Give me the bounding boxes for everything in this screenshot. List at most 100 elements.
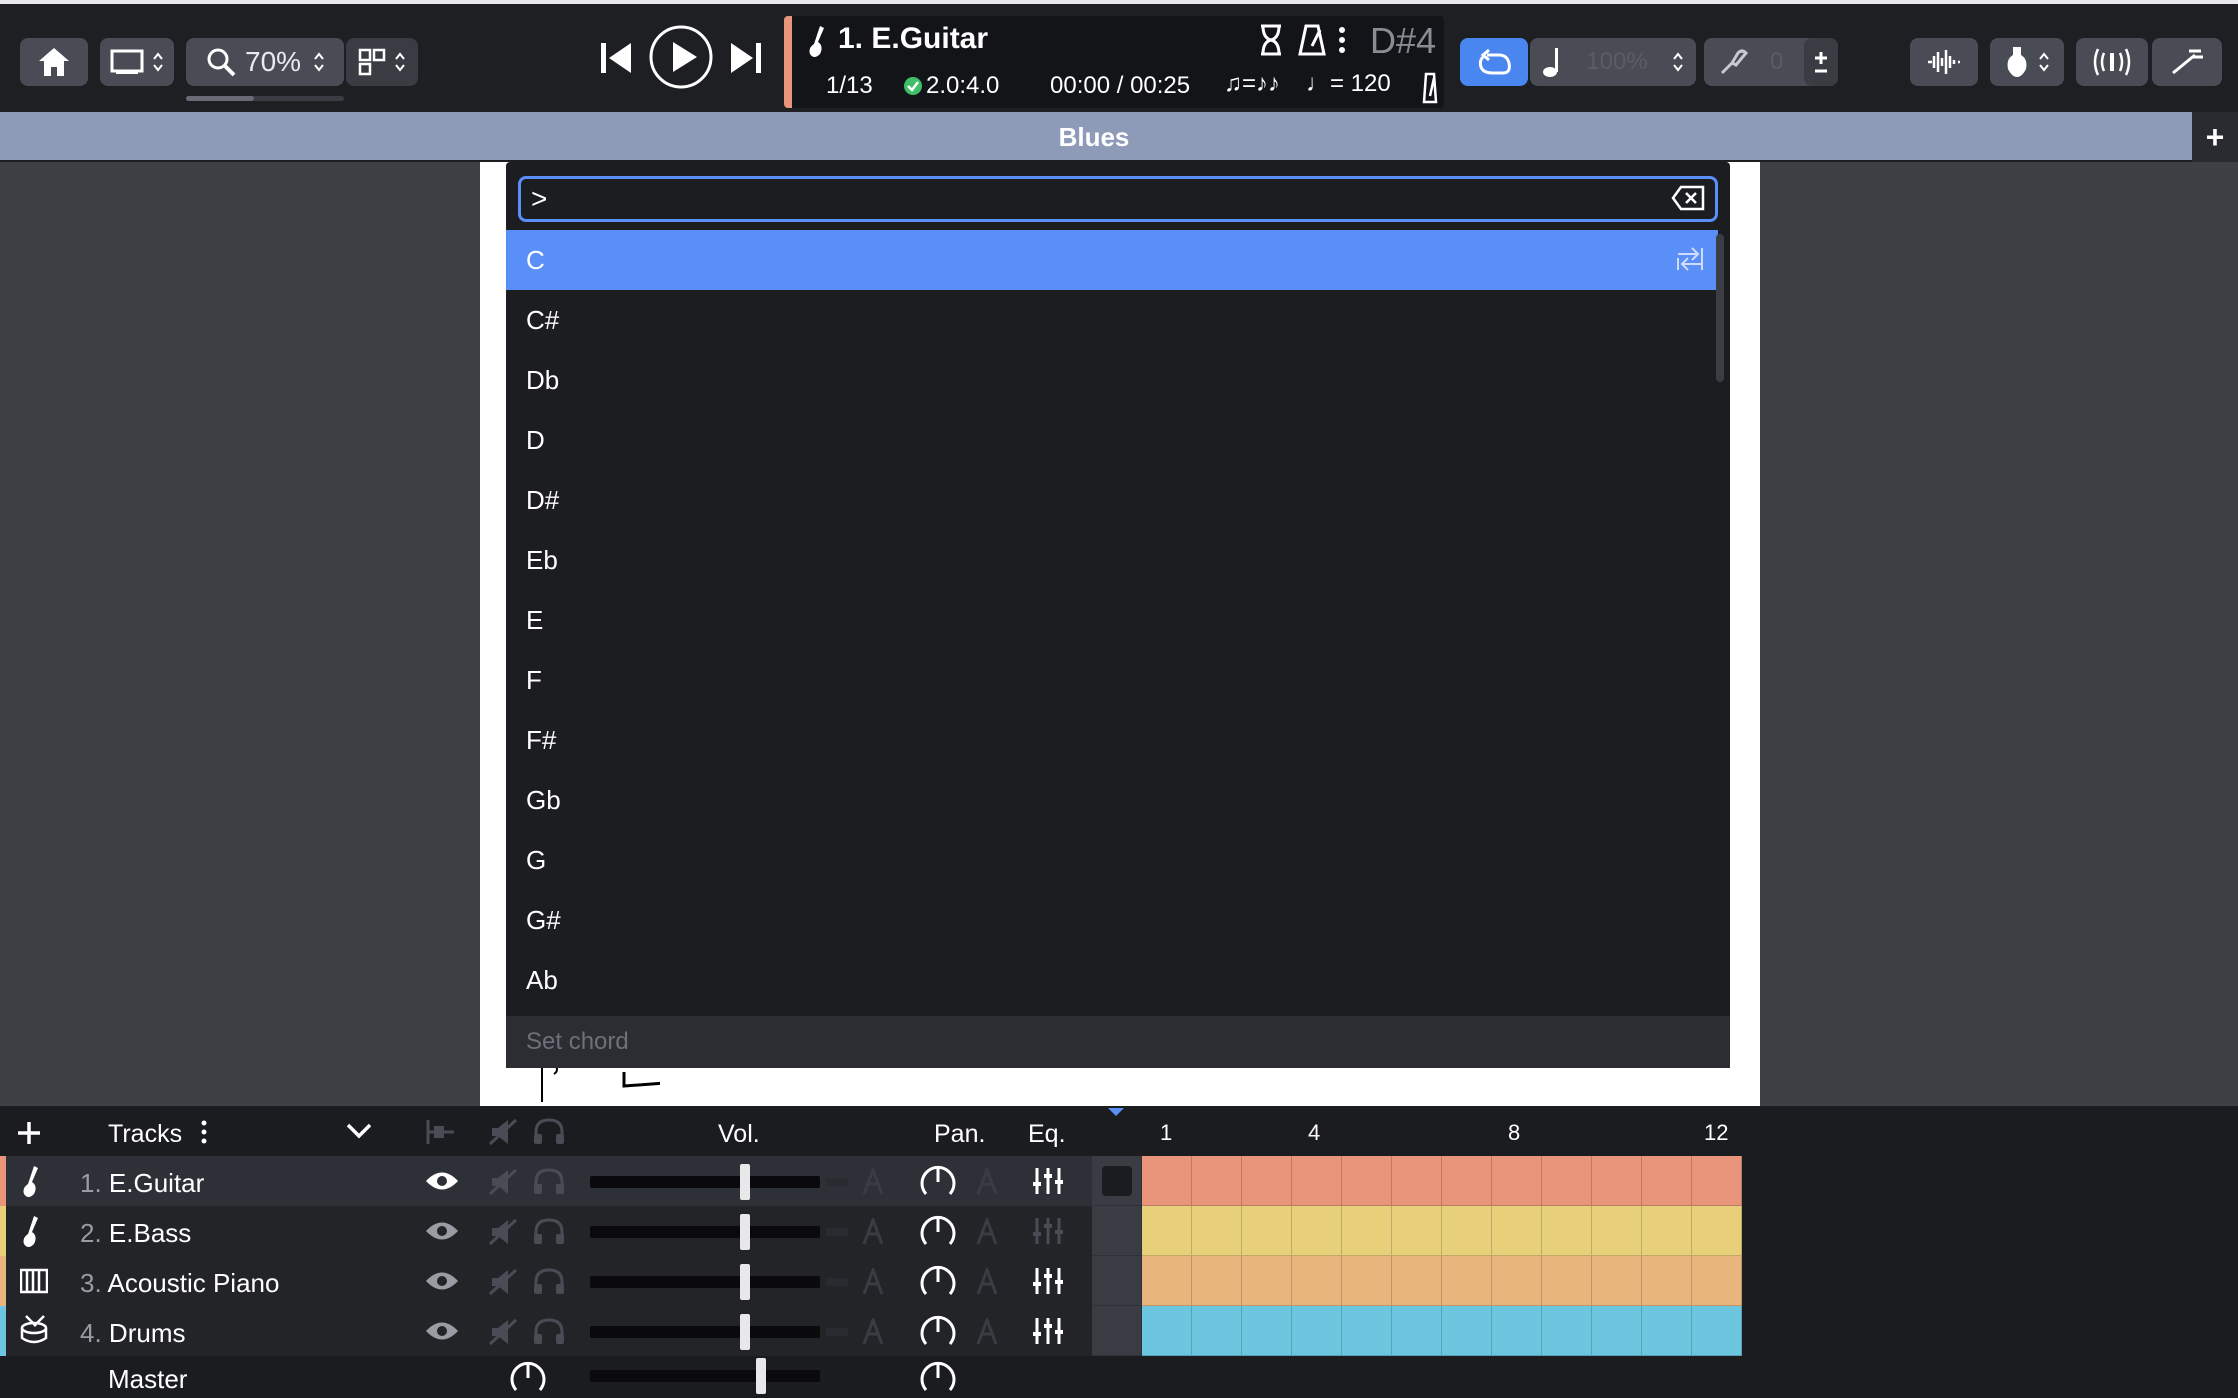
bar-cell[interactable] (1592, 1156, 1642, 1206)
bar-cell[interactable] (1592, 1306, 1642, 1356)
automation-icon[interactable] (424, 1118, 458, 1146)
pan-knob-icon[interactable] (918, 1312, 958, 1350)
track-row[interactable]: 1. E.Guitar (0, 1156, 1092, 1206)
bar-cell[interactable] (1142, 1156, 1192, 1206)
bar-cell[interactable] (1092, 1256, 1142, 1306)
view-mode-select[interactable] (346, 38, 418, 86)
bar-cell[interactable] (1492, 1256, 1542, 1306)
mute-icon[interactable] (488, 1318, 518, 1346)
automation-a-icon[interactable] (862, 1318, 884, 1346)
bar-cell[interactable] (1342, 1306, 1392, 1356)
bar-cell[interactable] (1392, 1206, 1442, 1256)
palette-search-input[interactable] (531, 182, 1631, 216)
visibility-eye-icon[interactable] (424, 1320, 460, 1342)
mute-icon[interactable] (488, 1268, 518, 1296)
master-volume-slider[interactable] (590, 1358, 820, 1394)
bar-cell[interactable] (1092, 1206, 1142, 1256)
pan-knob-icon[interactable] (918, 1262, 958, 1300)
solo-headphones-icon[interactable] (532, 1116, 566, 1146)
bar-cell[interactable] (1242, 1206, 1292, 1256)
fader-handle[interactable] (740, 1164, 750, 1200)
zoom-select[interactable]: 70% (186, 38, 344, 86)
playback-speed-select[interactable]: 100% (1530, 38, 1696, 86)
count-in-icon[interactable] (1422, 72, 1438, 104)
bar-cell[interactable] (1342, 1256, 1392, 1306)
visibility-eye-icon[interactable] (424, 1220, 460, 1242)
palette-item[interactable]: Gb (506, 770, 1718, 830)
bar-cell[interactable] (1642, 1206, 1692, 1256)
skip-forward-button[interactable] (726, 28, 766, 88)
volume-slider[interactable] (590, 1264, 848, 1300)
bar-cell[interactable] (1092, 1156, 1142, 1206)
bar-cell[interactable] (1142, 1206, 1192, 1256)
bar-cell[interactable] (1192, 1156, 1242, 1206)
bar-cell[interactable] (1292, 1156, 1342, 1206)
palette-item[interactable]: Eb (506, 530, 1718, 590)
solo-headphones-icon[interactable] (532, 1166, 566, 1196)
bar-cell[interactable] (1092, 1306, 1142, 1356)
equalizer-icon[interactable] (1032, 1216, 1064, 1246)
play-button[interactable] (648, 24, 714, 90)
solo-headphones-icon[interactable] (532, 1316, 566, 1346)
bar-cell[interactable] (1242, 1256, 1292, 1306)
automation-a-icon[interactable] (862, 1268, 884, 1296)
bar-cell[interactable] (1142, 1306, 1192, 1356)
bar-cell[interactable] (1642, 1306, 1692, 1356)
bar-cell[interactable] (1242, 1306, 1292, 1356)
automation-a-icon[interactable] (976, 1318, 998, 1346)
palette-item[interactable]: D# (506, 470, 1718, 530)
loop-button[interactable] (1460, 38, 1528, 86)
mute-icon[interactable] (488, 1218, 518, 1246)
bar-cell[interactable] (1392, 1306, 1442, 1356)
visibility-eye-icon[interactable] (424, 1170, 460, 1192)
mute-icon[interactable] (488, 1168, 518, 1196)
fader-handle[interactable] (740, 1214, 750, 1250)
solo-headphones-icon[interactable] (532, 1216, 566, 1246)
automation-a-icon[interactable] (862, 1218, 884, 1246)
bar-cell[interactable] (1192, 1206, 1242, 1256)
palette-item[interactable]: Db (506, 350, 1718, 410)
pick-settings-button[interactable] (2152, 38, 2222, 86)
palette-item[interactable]: F (506, 650, 1718, 710)
bar-cell[interactable] (1192, 1256, 1242, 1306)
add-track-icon[interactable] (16, 1120, 42, 1146)
palette-item[interactable]: G (506, 830, 1718, 890)
bar-cell[interactable] (1292, 1256, 1342, 1306)
tempo-readout[interactable]: ♩= 120 (1306, 70, 1391, 98)
pan-knob-icon[interactable] (918, 1162, 958, 1200)
skip-back-button[interactable] (596, 28, 636, 88)
clear-input-icon[interactable] (1671, 185, 1705, 211)
equalizer-icon[interactable] (1032, 1266, 1064, 1296)
palette-item[interactable]: Ab (506, 950, 1718, 1010)
bar-cell[interactable] (1692, 1256, 1742, 1306)
equalizer-icon[interactable] (1032, 1166, 1064, 1196)
swing-readout[interactable]: ♫=♪♪ (1224, 70, 1280, 98)
volume-slider[interactable] (590, 1164, 848, 1200)
volume-slider[interactable] (590, 1314, 848, 1350)
pan-knob-icon[interactable] (918, 1212, 958, 1250)
more-options-icon[interactable] (1338, 26, 1346, 54)
bar-cell[interactable] (1392, 1256, 1442, 1306)
bar-cell[interactable] (1442, 1256, 1492, 1306)
bar-cell[interactable] (1542, 1306, 1592, 1356)
track-row[interactable]: 4. Drums (0, 1306, 1092, 1356)
metronome-icon[interactable] (1298, 24, 1326, 56)
bar-cell[interactable] (1342, 1156, 1392, 1206)
track-row[interactable]: 3. Acoustic Piano (0, 1256, 1092, 1306)
palette-item[interactable]: C (506, 230, 1718, 290)
palette-item[interactable]: G# (506, 890, 1718, 950)
palette-item[interactable]: C# (506, 290, 1718, 350)
hourglass-icon[interactable] (1258, 24, 1284, 56)
bar-cell[interactable] (1542, 1256, 1592, 1306)
transpose-stepper[interactable] (1804, 38, 1838, 86)
track-row[interactable]: 2. E.Bass (0, 1206, 1092, 1256)
add-view-button[interactable]: + (2192, 112, 2238, 162)
palette-item[interactable]: E (506, 590, 1718, 650)
layout-select[interactable] (100, 38, 174, 86)
automation-a-icon[interactable] (976, 1268, 998, 1296)
bar-cell[interactable] (1692, 1206, 1742, 1256)
bar-cell[interactable] (1592, 1206, 1642, 1256)
fader-handle[interactable] (740, 1264, 750, 1300)
bar-cell[interactable] (1442, 1306, 1492, 1356)
automation-a-icon[interactable] (862, 1168, 884, 1196)
